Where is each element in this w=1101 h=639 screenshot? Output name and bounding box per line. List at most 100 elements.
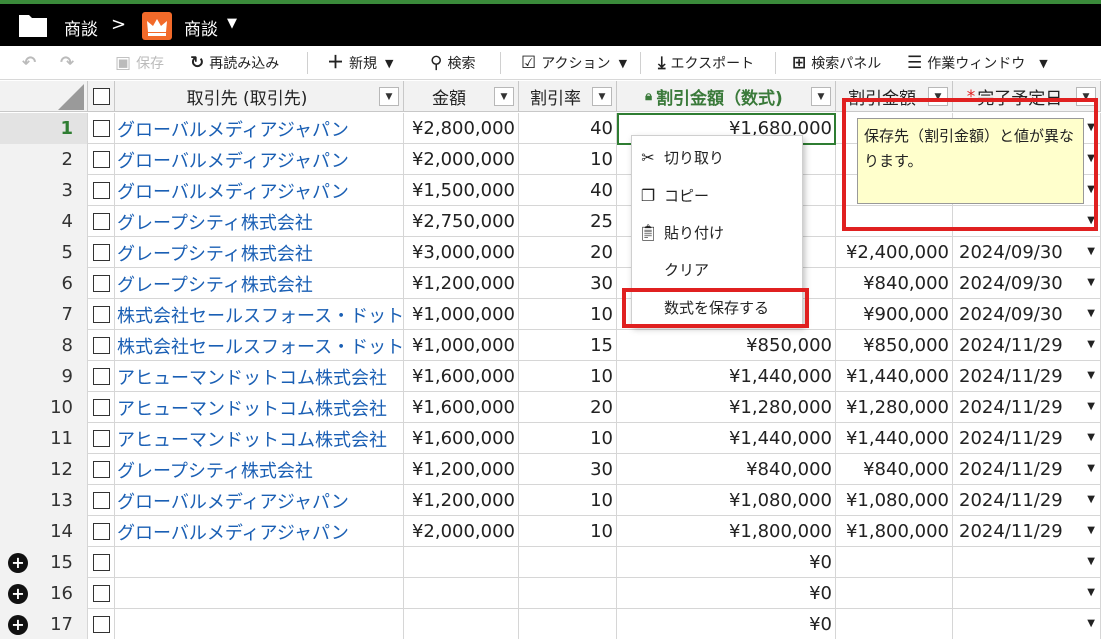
cell-discount-formula[interactable]: ¥1,440,000 [617,361,836,392]
chevron-down-icon[interactable]: ▼ [1087,494,1095,505]
row-checkbox[interactable] [92,182,110,199]
cell-discount-rate[interactable]: 10 [519,423,617,454]
cell-discount-rate[interactable]: 30 [519,268,617,299]
cell-discount-rate[interactable]: 10 [519,361,617,392]
row-checkbox[interactable] [92,151,110,168]
table-row[interactable]: 10 アヒューマンドットコム株式会社 ¥1,600,000 20 ¥1,280,000 ¥… [0,392,1101,423]
cell-amount[interactable] [404,578,519,609]
cell-discount-amount[interactable]: ¥840,000 [836,268,953,299]
row-checkbox-cell[interactable] [88,268,115,299]
menu-item-cut[interactable]: ✂ 切り取り [632,138,804,176]
cell-close-date[interactable]: 2024/11/29 ▼ [953,330,1101,361]
chevron-down-icon[interactable]: ▼ [1087,463,1095,474]
cell-amount[interactable]: ¥1,200,000 [404,454,519,485]
select-all-checkbox[interactable] [92,88,110,105]
cell-account[interactable]: グローバルメディアジャパン [115,175,404,206]
cell-account[interactable]: グレープシティ株式会社 [115,268,404,299]
cell-discount-rate[interactable]: 15 [519,330,617,361]
header-amount[interactable]: 金額 ▼ [404,81,519,112]
cell-close-date[interactable]: 2024/11/29 ▼ [953,454,1101,485]
chevron-down-icon[interactable]: ▼ [1087,339,1095,350]
export-button[interactable]: ⤓ エクスポート [658,52,754,74]
row-checkbox-cell[interactable] [88,237,115,268]
menu-item-paste[interactable]: 📋︎ 貼り付け [632,213,804,251]
chevron-down-icon[interactable]: ▼ [1087,184,1095,195]
chevron-down-icon[interactable]: ▼ [385,57,393,70]
row-checkbox-cell[interactable] [88,330,115,361]
row-checkbox-cell[interactable] [88,144,115,175]
cell-discount-amount[interactable]: ¥850,000 [836,330,953,361]
chevron-down-icon[interactable]: ▼ [1087,122,1095,133]
cell-amount[interactable] [404,547,519,578]
cell-amount[interactable]: ¥1,600,000 [404,361,519,392]
cell-account[interactable]: グローバルメディアジャパン [115,485,404,516]
row-checkbox[interactable] [92,368,110,385]
cell-account[interactable]: アヒューマンドットコム株式会社 [115,423,404,454]
add-row-icon[interactable]: + [8,584,28,604]
row-checkbox-cell[interactable] [88,547,115,578]
table-row[interactable]: 11 アヒューマンドットコム株式会社 ¥1,600,000 10 ¥1,440,000 ¥… [0,423,1101,454]
chevron-down-icon[interactable]: ▼ [227,16,237,31]
object-label[interactable]: 商談 [184,15,218,40]
row-checkbox-cell[interactable] [88,299,115,330]
header-discount-formula[interactable]: 🔒︎ 割引金額（数式) ▼ [617,81,836,112]
cell-close-date[interactable]: 2024/11/29 ▼ [953,485,1101,516]
row-checkbox-cell[interactable] [88,578,115,609]
cell-discount-rate[interactable] [519,578,617,609]
search-panel-button[interactable]: ⊞ 検索パネル [792,52,881,74]
chevron-down-icon[interactable]: ▼ [928,87,948,106]
cell-discount-rate[interactable]: 40 [519,113,617,144]
cell-amount[interactable]: ¥1,000,000 [404,299,519,330]
folder-icon[interactable] [18,12,48,38]
table-row[interactable]: 16 + ¥0 ▼ [0,578,1101,609]
save-button[interactable]: ▣ 保存 [115,52,164,74]
cell-discount-rate[interactable]: 10 [519,144,617,175]
add-row-icon[interactable]: + [8,553,28,573]
cell-discount-rate[interactable] [519,609,617,639]
corner-cell[interactable] [0,81,88,112]
row-checkbox[interactable] [92,523,110,540]
cell-discount-formula[interactable]: ¥0 [617,578,836,609]
row-checkbox[interactable] [92,399,110,416]
chevron-down-icon[interactable]: ▼ [811,87,831,106]
cell-account[interactable]: グレープシティ株式会社 [115,454,404,485]
cell-discount-amount[interactable]: ¥1,800,000 [836,516,953,547]
cell-amount[interactable] [404,609,519,639]
table-row[interactable]: 8 株式会社セールスフォース・ドットコム ¥1,000,000 15 ¥850,000 ¥… [0,330,1101,361]
cell-account[interactable]: グレープシティ株式会社 [115,237,404,268]
table-row[interactable]: 17 + ¥0 ▼ [0,609,1101,639]
header-discount-amount[interactable]: 割引金額 ▼ [836,81,953,112]
reload-button[interactable]: ↻ 再読み込み [190,52,279,74]
chevron-down-icon[interactable]: ▼ [1087,401,1095,412]
row-checkbox-cell[interactable] [88,175,115,206]
chevron-down-icon[interactable]: ▼ [1076,87,1096,106]
row-checkbox-cell[interactable] [88,113,115,144]
cell-close-date[interactable]: 2024/09/30 ▼ [953,299,1101,330]
cell-amount[interactable]: ¥2,800,000 [404,113,519,144]
row-checkbox[interactable] [92,275,110,292]
cell-discount-amount[interactable]: ¥840,000 [836,454,953,485]
cell-discount-rate[interactable]: 25 [519,206,617,237]
table-row[interactable]: 7株式会社セールスフォース・ドットコム¥1,000,00010¥900,0002… [0,299,1101,330]
cell-close-date[interactable]: 2024/11/29 ▼ [953,423,1101,454]
cell-close-date[interactable]: 2024/09/30 ▼ [953,268,1101,299]
cell-account[interactable]: アヒューマンドットコム株式会社 [115,392,404,423]
row-checkbox[interactable] [92,120,110,137]
cell-amount[interactable]: ¥1,200,000 [404,268,519,299]
row-checkbox[interactable] [92,213,110,230]
cell-close-date[interactable]: 2024/09/30 ▼ [953,237,1101,268]
cell-discount-rate[interactable]: 20 [519,237,617,268]
row-checkbox[interactable] [92,244,110,261]
chevron-down-icon[interactable]: ▼ [1087,556,1095,567]
cell-account[interactable] [115,547,404,578]
cell-account[interactable]: 株式会社セールスフォース・ドットコム [115,330,404,361]
cell-close-date[interactable]: ▼ [953,609,1101,639]
chevron-down-icon[interactable]: ▼ [592,87,612,106]
cell-account[interactable]: グローバルメディアジャパン [115,516,404,547]
cell-discount-formula[interactable]: ¥1,280,000 [617,392,836,423]
row-checkbox[interactable] [92,492,110,509]
cell-account[interactable]: グローバルメディアジャパン [115,113,404,144]
row-checkbox[interactable] [92,616,110,633]
table-row[interactable]: 13 グローバルメディアジャパン ¥1,200,000 10 ¥1,080,000 ¥1,… [0,485,1101,516]
cell-discount-rate[interactable]: 30 [519,454,617,485]
